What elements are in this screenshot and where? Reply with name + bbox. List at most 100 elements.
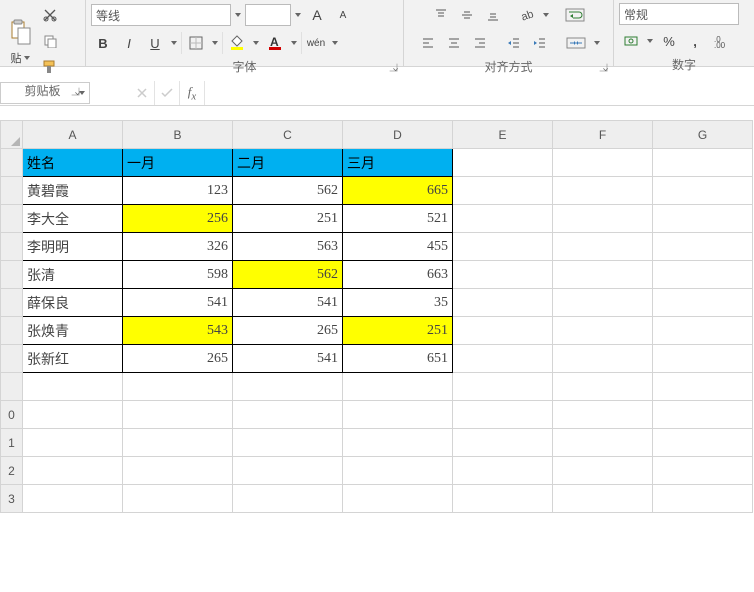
align-right-button[interactable] <box>468 31 492 55</box>
row-header[interactable]: 1 <box>1 429 23 457</box>
cell[interactable] <box>553 457 653 485</box>
cell[interactable]: 562 <box>233 177 343 205</box>
cell[interactable] <box>453 233 553 261</box>
cell[interactable] <box>653 317 753 345</box>
cell[interactable] <box>653 401 753 429</box>
align-left-button[interactable] <box>416 31 440 55</box>
column-header[interactable]: G <box>653 121 753 149</box>
cell[interactable]: 李明明 <box>23 233 123 261</box>
bold-button[interactable]: B <box>91 31 115 55</box>
cell[interactable] <box>553 177 653 205</box>
cell[interactable] <box>233 457 343 485</box>
font-name-dropdown[interactable] <box>233 13 243 17</box>
row-header[interactable]: 3 <box>1 485 23 513</box>
align-bottom-button[interactable] <box>481 3 505 27</box>
enter-formula-button[interactable] <box>155 81 180 105</box>
cell[interactable]: 黄碧霞 <box>23 177 123 205</box>
comma-button[interactable]: , <box>683 29 707 53</box>
align-middle-button[interactable] <box>455 3 479 27</box>
row-header[interactable] <box>1 317 23 345</box>
cell[interactable]: 651 <box>343 345 453 373</box>
cell[interactable] <box>343 485 453 513</box>
merge-center-button[interactable] <box>562 31 590 55</box>
increase-decimal-button[interactable]: .0.00 <box>709 29 733 53</box>
cell[interactable] <box>123 429 233 457</box>
cell[interactable]: 598 <box>123 261 233 289</box>
cell[interactable]: 265 <box>233 317 343 345</box>
fill-color-dropdown[interactable] <box>251 41 261 45</box>
cell[interactable] <box>23 429 123 457</box>
cell[interactable] <box>653 289 753 317</box>
row-header[interactable]: 0 <box>1 401 23 429</box>
column-header[interactable]: F <box>553 121 653 149</box>
cell[interactable]: 562 <box>233 261 343 289</box>
wrap-text-button[interactable] <box>561 3 589 27</box>
shrink-font-button[interactable]: A <box>331 3 355 27</box>
cell[interactable]: 521 <box>343 205 453 233</box>
cell[interactable] <box>453 177 553 205</box>
cell[interactable] <box>553 205 653 233</box>
row-header[interactable] <box>1 205 23 233</box>
cell[interactable] <box>123 373 233 401</box>
cell[interactable] <box>343 373 453 401</box>
cell[interactable] <box>553 317 653 345</box>
row-header[interactable] <box>1 345 23 373</box>
cell[interactable] <box>123 485 233 513</box>
cancel-formula-button[interactable] <box>130 81 155 105</box>
cell[interactable] <box>653 457 753 485</box>
phonetic-dropdown[interactable] <box>330 41 340 45</box>
copy-button[interactable] <box>38 29 62 53</box>
column-header[interactable]: E <box>453 121 553 149</box>
cell[interactable] <box>553 429 653 457</box>
row-header[interactable] <box>1 289 23 317</box>
cell[interactable]: 563 <box>233 233 343 261</box>
cell[interactable]: 李大全 <box>23 205 123 233</box>
cell[interactable] <box>653 205 753 233</box>
align-center-button[interactable] <box>442 31 466 55</box>
font-dialog-launcher[interactable] <box>390 64 398 72</box>
column-header[interactable]: A <box>23 121 123 149</box>
cell[interactable] <box>653 485 753 513</box>
cell[interactable] <box>653 429 753 457</box>
border-dropdown[interactable] <box>210 41 220 45</box>
cell[interactable]: 一月 <box>123 149 233 177</box>
cell[interactable]: 三月 <box>343 149 453 177</box>
italic-button[interactable]: I <box>117 31 141 55</box>
cell[interactable]: 326 <box>123 233 233 261</box>
cell[interactable] <box>553 149 653 177</box>
fill-color-button[interactable] <box>225 31 249 55</box>
cell[interactable] <box>453 457 553 485</box>
percent-button[interactable]: % <box>657 29 681 53</box>
accounting-dropdown[interactable] <box>645 39 655 43</box>
cell[interactable] <box>453 205 553 233</box>
cell[interactable] <box>233 485 343 513</box>
font-color-dropdown[interactable] <box>289 41 299 45</box>
cell[interactable]: 665 <box>343 177 453 205</box>
cell[interactable] <box>23 457 123 485</box>
font-name-select[interactable]: 等线 <box>91 4 231 26</box>
cell[interactable] <box>453 345 553 373</box>
cell[interactable] <box>123 457 233 485</box>
cell[interactable] <box>123 401 233 429</box>
merge-dropdown[interactable] <box>592 41 602 45</box>
cell[interactable]: 455 <box>343 233 453 261</box>
row-header[interactable] <box>1 373 23 401</box>
cell[interactable] <box>653 373 753 401</box>
column-header[interactable]: D <box>343 121 453 149</box>
number-format-select[interactable]: 常规 <box>619 3 739 25</box>
font-color-button[interactable]: A <box>263 31 287 55</box>
decrease-indent-button[interactable] <box>502 31 526 55</box>
cell[interactable]: 张焕青 <box>23 317 123 345</box>
worksheet-grid[interactable]: ABCDEFG 姓名一月二月三月黄碧霞123562665李大全256251521… <box>0 120 754 513</box>
cell[interactable] <box>233 401 343 429</box>
cell[interactable] <box>653 345 753 373</box>
orientation-dropdown[interactable] <box>541 13 551 17</box>
row-header[interactable] <box>1 149 23 177</box>
cell[interactable]: 663 <box>343 261 453 289</box>
cell[interactable]: 251 <box>343 317 453 345</box>
insert-function-button[interactable]: fx <box>180 81 205 105</box>
cell[interactable] <box>553 233 653 261</box>
increase-indent-button[interactable] <box>528 31 552 55</box>
cell[interactable] <box>233 373 343 401</box>
row-header[interactable] <box>1 261 23 289</box>
